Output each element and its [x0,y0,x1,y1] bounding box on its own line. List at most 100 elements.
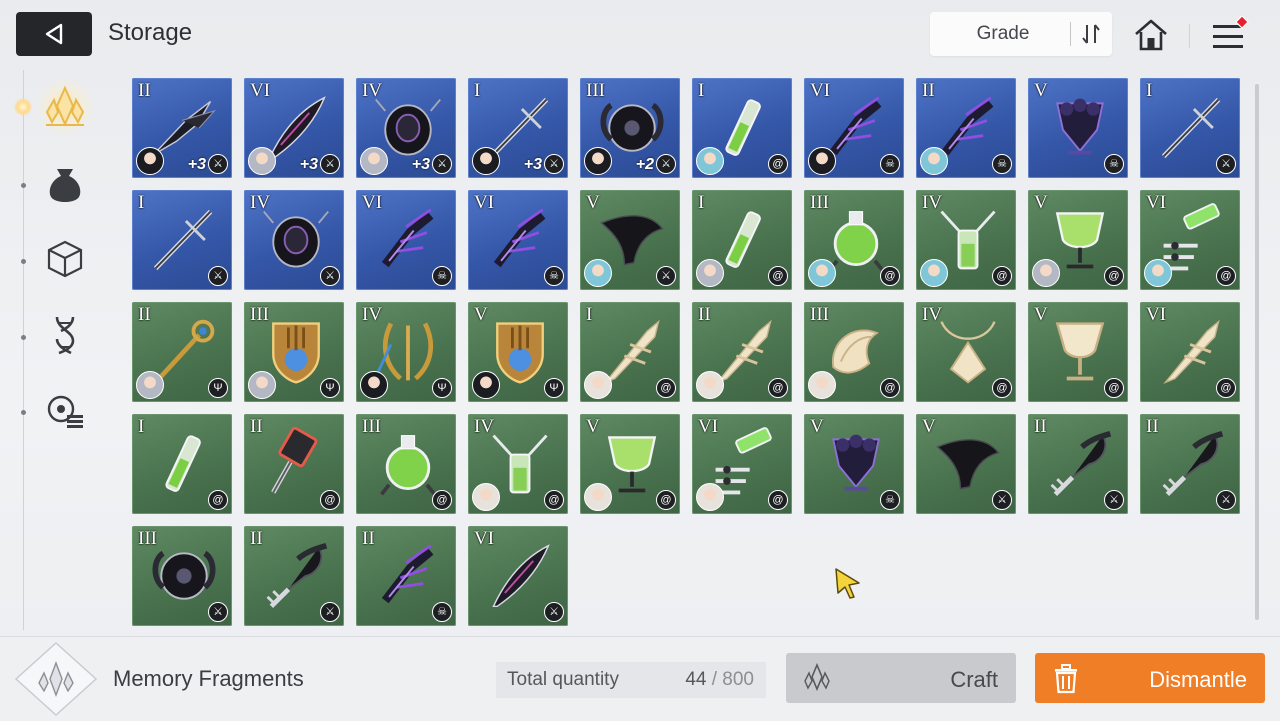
item-slot[interactable]: VI @ [1140,302,1240,402]
item-grade: IV [922,192,943,213]
blade-class-icon: ⚔ [1104,490,1124,510]
item-slot[interactable]: IV Ψ [356,302,456,402]
item-grade: II [362,528,375,549]
item-slot[interactable]: IV @ [468,414,568,514]
item-slot[interactable]: V ☠ [804,414,904,514]
home-icon[interactable] [1132,17,1170,53]
item-slot[interactable]: II ⚔ [1028,414,1128,514]
item-grade: VI [1146,192,1167,213]
item-slot[interactable]: II Ψ [132,302,232,402]
sort-order-icon[interactable] [1076,22,1106,46]
blade-class-icon: ⚔ [208,266,228,286]
blade-class-icon: ⚔ [1216,490,1236,510]
blade-class-icon: ⚔ [656,266,676,286]
item-grade: I [698,192,705,213]
sidebar-tab-materials[interactable] [36,154,94,212]
item-slot[interactable]: III +2 ⚔ [580,78,680,178]
top-bar: Storage Grade [0,0,1280,70]
item-slot[interactable]: II ☠ [916,78,1016,178]
item-grade: I [138,416,145,437]
item-slot[interactable]: II ☠ [356,526,456,626]
item-slot[interactable]: II ⚔ [1140,414,1240,514]
enhance-level: +2 [635,156,654,173]
dismantle-button[interactable]: Dismantle [1035,653,1265,703]
quantity-current: 44 [685,669,707,690]
item-slot[interactable]: VI +3 ⚔ [244,78,344,178]
item-slot[interactable]: V ⚔ [916,414,1016,514]
item-slot[interactable]: V @ [1028,190,1128,290]
equipped-character-avatar [1144,259,1172,287]
item-slot[interactable]: I ⚔ [132,190,232,290]
menu-icon[interactable] [1210,16,1250,52]
equipped-character-avatar [584,483,612,511]
chain-amulet-icon [263,210,329,268]
sidebar-tab-memory-fragments[interactable] [36,78,94,136]
item-slot[interactable]: I @ [580,302,680,402]
item-slot[interactable]: IV @ [916,302,1016,402]
blade-class-icon: ⚔ [992,490,1012,510]
sidebar-tab-items[interactable] [36,230,94,288]
sidebar-tab-genes[interactable] [36,306,94,364]
item-grade: V [1034,304,1048,325]
blade-class-icon: ⚔ [320,154,340,174]
enhance-level: +3 [411,156,430,173]
item-slot[interactable]: I @ [692,190,792,290]
item-slot[interactable]: IV @ [916,190,1016,290]
item-slot[interactable]: IV +3 ⚔ [356,78,456,178]
item-slot[interactable]: II ⚔ [244,526,344,626]
item-slot[interactable]: I ⚔ [1140,78,1240,178]
item-slot[interactable]: VI ☠ [356,190,456,290]
item-slot[interactable]: V ☠ [1028,78,1128,178]
item-grade: V [810,416,824,437]
item-slot[interactable]: IV ⚔ [244,190,344,290]
equipped-character-avatar [584,371,612,399]
back-arrow-icon [45,23,63,45]
item-slot[interactable]: III @ [804,302,904,402]
sort-dropdown[interactable]: Grade [930,12,1112,56]
craft-button[interactable]: Craft [786,653,1016,703]
grid-scrollbar[interactable] [1255,84,1259,620]
equipped-character-avatar [360,371,388,399]
item-slot[interactable]: I +3 ⚔ [468,78,568,178]
item-slot[interactable]: VI @ [692,414,792,514]
enhance-level: +3 [187,156,206,173]
enhance-level: +3 [299,156,318,173]
item-slot[interactable]: III @ [804,190,904,290]
item-slot[interactable]: II @ [692,302,792,402]
item-slot[interactable]: VI ⚔ [468,526,568,626]
item-slot[interactable]: I @ [692,78,792,178]
skull-class-icon: ☠ [432,266,452,286]
swirl-class-icon: @ [768,154,788,174]
item-slot[interactable]: VΨ [468,302,568,402]
item-slot[interactable]: V ⚔ [580,190,680,290]
swirl-class-icon: @ [432,490,452,510]
swirl-class-icon: @ [768,266,788,286]
item-slot[interactable]: II @ [244,414,344,514]
item-slot[interactable]: II +3 ⚔ [132,78,232,178]
item-grade: V [1034,192,1048,213]
equipped-character-avatar [696,147,724,175]
crystal-icon [804,663,830,692]
item-slot[interactable]: I @ [132,414,232,514]
equipped-character-avatar [136,147,164,175]
item-slot[interactable]: III Ψ [244,302,344,402]
bottom-bar: Memory Fragments Total quantity 44 / 800… [0,636,1280,721]
sort-divider [1070,22,1071,46]
item-slot[interactable]: VI ☠ [804,78,904,178]
sidebar-tab-misc[interactable] [36,382,94,440]
item-slot[interactable]: VI @ [1140,190,1240,290]
swirl-class-icon: @ [768,490,788,510]
item-slot[interactable]: V @ [1028,302,1128,402]
item-slot[interactable]: III ⚔ [132,526,232,626]
key-icon [266,542,328,608]
swirl-class-icon: @ [880,378,900,398]
item-grade: IV [362,304,383,325]
item-grade: III [810,304,829,325]
equipped-character-avatar [248,371,276,399]
key-icon [1162,430,1224,496]
item-slot[interactable]: V @ [580,414,680,514]
item-slot[interactable]: VI ☠ [468,190,568,290]
item-slot[interactable]: III @ [356,414,456,514]
back-button[interactable] [16,12,92,56]
swirl-class-icon: @ [1104,378,1124,398]
